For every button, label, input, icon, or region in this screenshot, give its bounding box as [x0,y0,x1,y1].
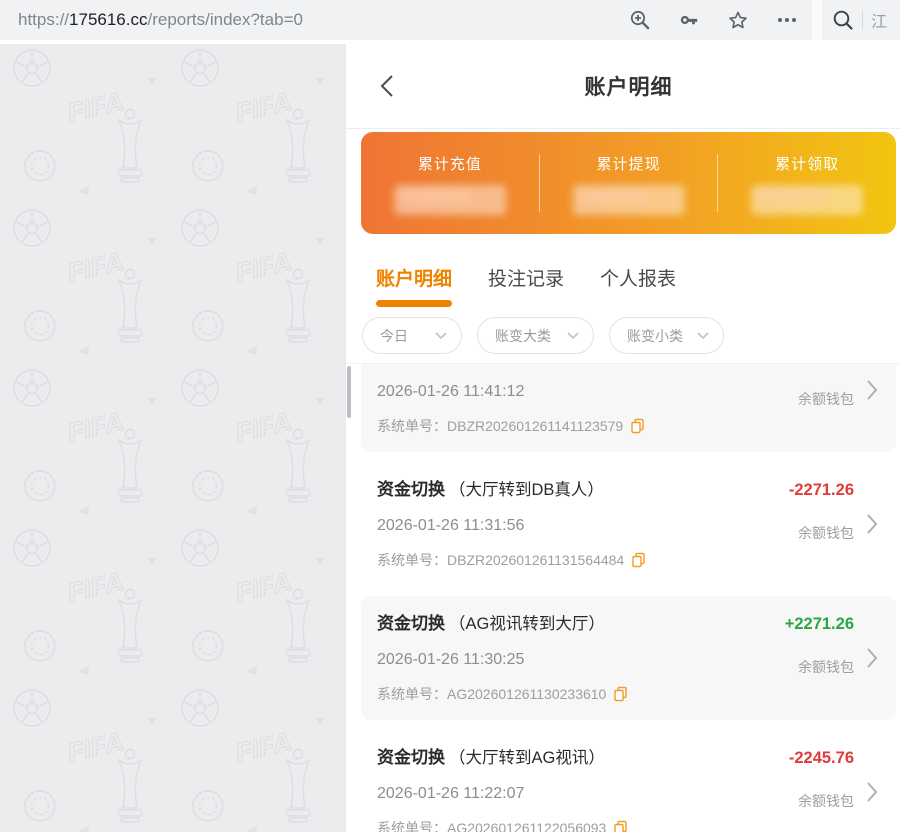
filters-bar: 今日 账变大类 账变小类 [346,307,900,363]
transaction-row[interactable]: 资金切换（大厅转到AG视讯） 2026-01-26 11:22:07 系统单号：… [361,730,896,832]
filter-date-dropdown[interactable]: 今日 [362,317,462,354]
txn-subtitle: （大厅转到DB真人） [449,481,604,499]
tabs-bar: 账户明细 投注记录 个人报表 [346,234,900,307]
summary-label: 累计领取 [775,153,839,174]
tab-label: 投注记录 [488,264,564,291]
txn-title: 资金切换 [377,614,445,633]
txn-subtitle: （AG视讯转到大厅） [449,615,605,633]
active-tab-underline [376,300,452,307]
filter-label: 账变小类 [627,326,683,346]
txn-order-number: AG202601261122056093 [447,818,606,832]
summary-value-redacted [573,185,685,215]
scrollbar-thumb[interactable] [347,366,351,418]
tab-bet-records[interactable]: 投注记录 [488,264,564,307]
tab-label: 账户明细 [376,264,452,291]
txn-amount: -2271.26 [789,478,854,502]
txn-datetime: 2026-01-26 11:22:07 [377,783,734,805]
more-options-icon[interactable] [776,9,798,31]
txn-datetime: 2026-01-26 11:31:56 [377,515,734,537]
transaction-row[interactable]: 2026-01-26 11:41:12 系统单号：DBZR20260126114… [361,363,896,452]
txn-wallet-label: 余额钱包 [798,523,854,543]
summary-label: 累计充值 [418,153,482,174]
tab-label: 个人报表 [600,264,676,291]
fifa-pattern-background: FIFA [0,44,345,832]
summary-value-redacted [751,185,863,215]
copy-icon[interactable] [630,418,645,434]
txn-order-label: 系统单号： [377,684,447,704]
summary-card: 累计充值 累计提现 累计领取 [361,132,896,234]
filter-label: 账变大类 [495,326,551,346]
bar-divider-gap [812,0,822,40]
chevron-down-icon [567,332,579,340]
txn-order-number: AG202601261130233610 [447,684,606,704]
account-detail-panel: 账户明细 累计充值 累计提现 累计领取 账户明细 [345,44,900,832]
txn-order-label: 系统单号： [377,550,447,570]
tab-personal-report[interactable]: 个人报表 [600,264,676,307]
txn-amount: +2271.26 [785,612,854,636]
transaction-row[interactable]: 资金切换（大厅转到DB真人） 2026-01-26 11:31:56 系统单号：… [361,462,896,586]
search-partial-text: 江 [871,8,887,32]
transaction-list-viewport[interactable]: 2026-01-26 11:41:12 系统单号：DBZR20260126114… [346,363,900,832]
search-icon [832,9,854,31]
chevron-right-icon [854,746,878,832]
find-search-box[interactable]: 江 [822,0,900,40]
txn-wallet-label: 余额钱包 [798,791,854,811]
page-title: 账户明细 [585,71,673,101]
search-divider [862,11,863,29]
copy-icon[interactable] [631,552,646,568]
summary-total-withdrawal: 累计提现 [540,132,718,234]
chevron-down-icon [435,332,447,340]
password-key-icon[interactable] [678,9,700,31]
txn-wallet-label: 余额钱包 [798,657,854,677]
txn-datetime: 2026-01-26 11:41:12 [377,381,734,403]
txn-order-number: DBZR202601261141123579 [447,416,623,436]
filter-minor-category-dropdown[interactable]: 账变小类 [609,317,724,354]
txn-amount: +2300.16 [785,363,854,368]
filter-label: 今日 [380,326,408,346]
summary-label: 累计提现 [597,153,661,174]
url-path: /reports/index?tab=0 [147,10,302,29]
chevron-right-icon [854,612,878,704]
txn-datetime: 2026-01-26 11:30:25 [377,649,734,671]
browser-address-bar: https://175616.cc/reports/index?tab=0 江 [0,0,900,40]
zoom-in-icon[interactable] [629,9,651,31]
url-scheme: https:// [18,10,69,29]
txn-wallet-label: 余额钱包 [798,389,854,409]
summary-total-deposit: 累计充值 [361,132,539,234]
copy-icon[interactable] [613,820,628,832]
fifa-watermark-pattern-svg: FIFA [0,44,345,832]
txn-order-label: 系统单号： [377,818,447,832]
chevron-right-icon [854,363,878,436]
filter-major-category-dropdown[interactable]: 账变大类 [477,317,594,354]
transaction-row[interactable]: 资金切换（AG视讯转到大厅） 2026-01-26 11:30:25 系统单号：… [361,596,896,720]
txn-title: 资金切换 [377,748,445,767]
chevron-down-icon [697,332,709,340]
bookmark-star-icon[interactable] [727,9,749,31]
back-button[interactable] [374,72,402,100]
chevron-right-icon [854,478,878,570]
copy-icon[interactable] [613,686,628,702]
txn-order-number: DBZR202601261131564484 [447,550,624,570]
summary-total-claimed: 累计领取 [718,132,896,234]
transaction-list: 2026-01-26 11:41:12 系统单号：DBZR20260126114… [346,363,900,832]
txn-title: 资金切换 [377,480,445,499]
tab-account-detail[interactable]: 账户明细 [376,264,452,307]
url-domain: 175616.cc [69,10,147,29]
app-header: 账户明细 [346,44,900,129]
txn-subtitle: （大厅转到AG视讯） [449,749,605,767]
url-display[interactable]: https://175616.cc/reports/index?tab=0 [0,10,629,30]
txn-order-label: 系统单号： [377,416,447,436]
txn-amount: -2245.76 [789,746,854,770]
summary-value-redacted [394,185,506,215]
